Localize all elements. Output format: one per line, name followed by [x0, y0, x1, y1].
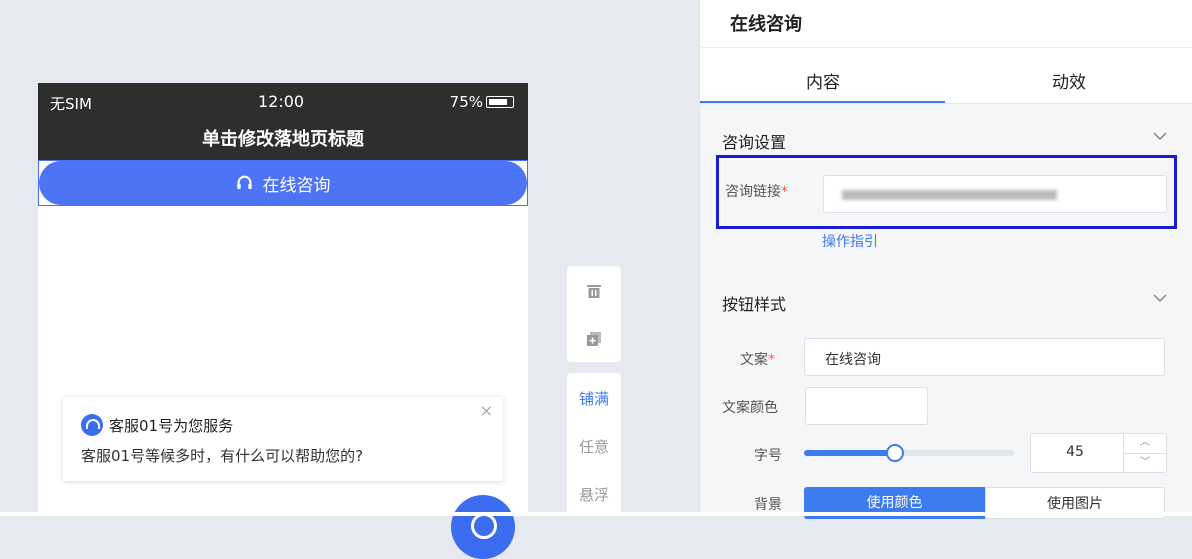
panel-tabs: 内容 动效 [700, 48, 1192, 104]
active-tab-indicator [700, 101, 945, 103]
copy-add-icon[interactable] [585, 330, 603, 348]
panel-header: 在线咨询 [700, 0, 1192, 48]
panel-title: 在线咨询 [730, 14, 802, 35]
layout-free-option[interactable]: 任意 [567, 436, 621, 457]
trash-icon[interactable] [585, 282, 603, 300]
font-size-value[interactable]: 45 [1031, 444, 1119, 460]
panel-body: 咨询设置 咨询链接* 操作指引 按钮样式 文案* 在线咨询 文案颜色 字号 45… [700, 104, 1192, 519]
page-title[interactable]: 单击修改落地页标题 [38, 119, 528, 160]
time-label: 12:00 [258, 92, 305, 111]
status-bar: 无SIM 12:00 75% [38, 83, 528, 119]
text-color-picker[interactable] [805, 387, 928, 425]
chevron-down-icon[interactable]: ﹀ [1124, 453, 1166, 472]
settings-panel: 在线咨询 内容 动效 咨询设置 咨询链接* 操作指引 按钮样式 文案* 在线咨询 [699, 0, 1192, 519]
consult-link-label: 咨询链接* [725, 181, 788, 201]
font-size-label: 字号 [754, 448, 782, 464]
font-size-stepper[interactable]: 45 ︿ ﹀ [1030, 433, 1167, 473]
font-size-slider-thumb[interactable] [886, 444, 905, 462]
consult-settings-title[interactable]: 咨询设置 [722, 129, 786, 153]
chat-message: 客服01号等候多时，有什么可以帮助您的? [81, 447, 364, 465]
font-size-slider[interactable] [804, 444, 1014, 462]
background-label: 背景 [754, 497, 782, 513]
button-text-input[interactable]: 在线咨询 [804, 338, 1165, 376]
bottom-edge [0, 512, 1192, 516]
chat-popup: × 客服01号为您服务 客服01号等候多时，有什么可以帮助您的? [63, 397, 503, 481]
consult-link-highlight: 咨询链接* [716, 155, 1177, 229]
headset-icon [236, 175, 252, 189]
button-style-title[interactable]: 按钮样式 [722, 291, 786, 315]
text-field-label: 文案* [740, 349, 775, 369]
chat-agent-line: 客服01号为您服务 [81, 414, 233, 436]
chevron-down-icon[interactable] [1153, 291, 1167, 305]
battery-percent: 75% [449, 93, 483, 111]
consult-link-input[interactable] [823, 175, 1167, 213]
stepper-buttons: ︿ ﹀ [1123, 434, 1166, 472]
text-color-label: 文案颜色 [722, 400, 778, 416]
required-mark: * [781, 184, 788, 200]
layout-float-option[interactable]: 悬浮 [567, 484, 621, 505]
consult-link-label-text: 咨询链接 [725, 184, 781, 200]
agent-name: 客服01号为您服务 [109, 416, 234, 435]
required-mark: * [768, 352, 775, 368]
text-label: 文案 [740, 352, 768, 368]
battery-icon [486, 96, 514, 108]
tab-animation[interactable]: 动效 [946, 68, 1192, 93]
agent-headset-icon [81, 414, 103, 436]
consult-button-label: 在线咨询 [262, 175, 331, 196]
battery-indicator: 75% [450, 93, 514, 111]
consult-button-selection[interactable]: 在线咨询 [38, 160, 528, 206]
chevron-down-icon[interactable] [1153, 129, 1167, 143]
layout-fill-option[interactable]: 铺满 [567, 388, 621, 409]
operation-guide-link[interactable]: 操作指引 [822, 231, 878, 251]
redacted-link-value [842, 190, 1057, 200]
font-size-slider-fill [804, 450, 893, 456]
element-actions [567, 266, 621, 362]
layout-options: 铺满 任意 悬浮 [567, 373, 621, 516]
carrier-label: 无SIM [50, 95, 92, 113]
chevron-up-icon[interactable]: ︿ [1124, 434, 1166, 452]
close-icon[interactable]: × [480, 401, 493, 420]
tab-content[interactable]: 内容 [700, 68, 946, 93]
online-consult-button[interactable]: 在线咨询 [39, 161, 527, 205]
chat-float-button[interactable] [451, 495, 515, 559]
